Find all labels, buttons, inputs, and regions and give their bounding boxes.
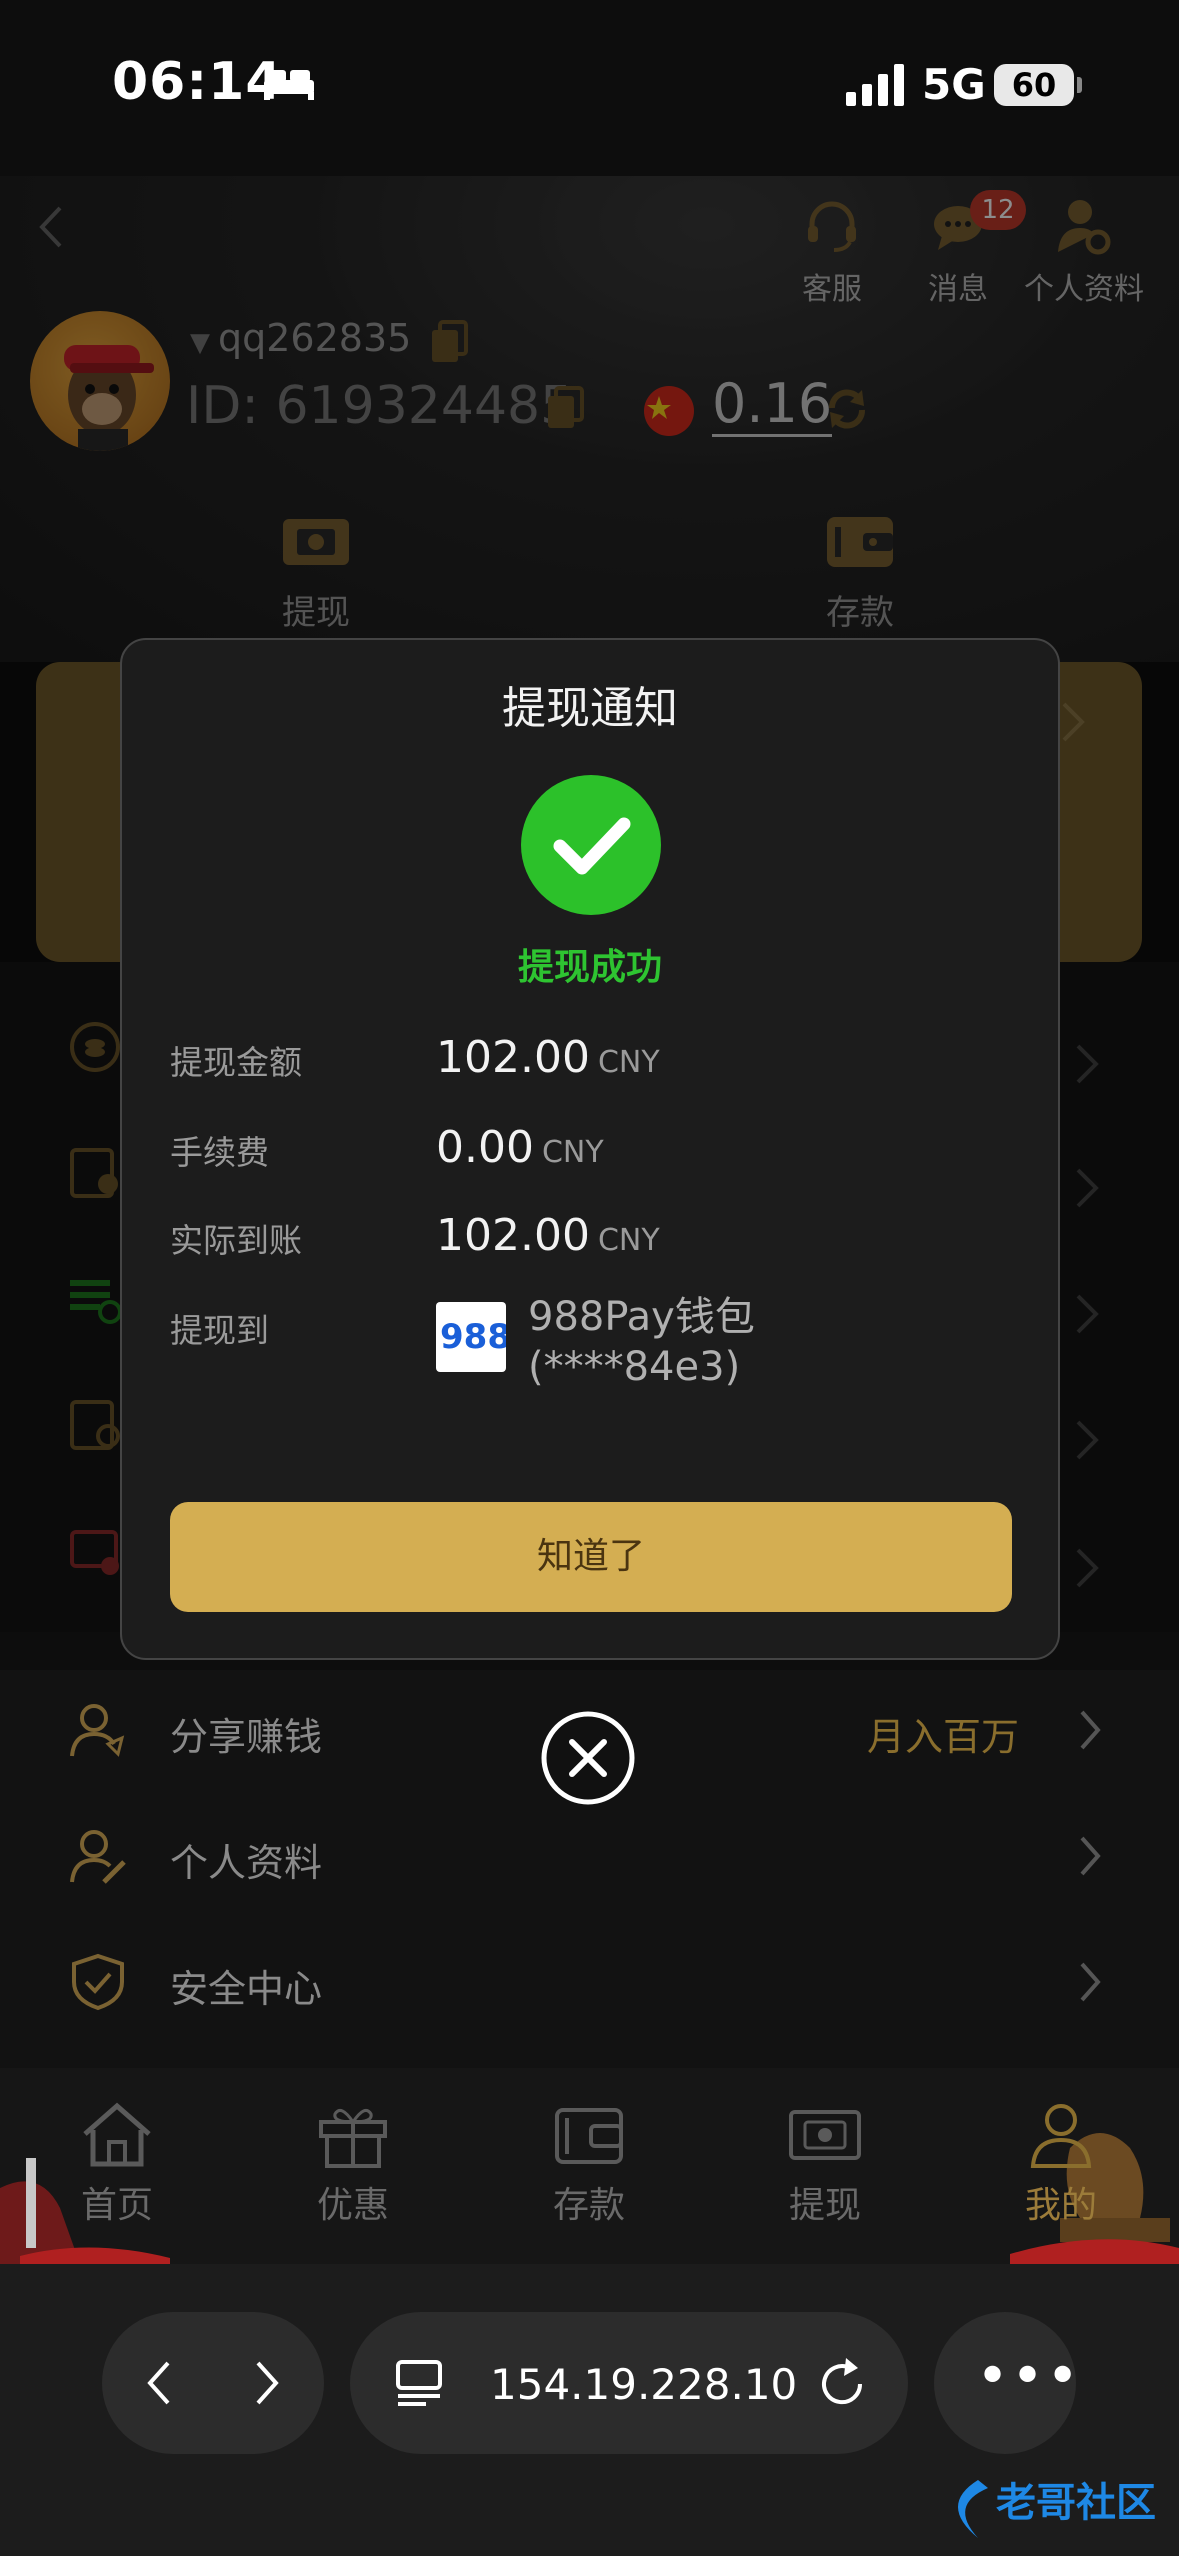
sleep-mode-icon	[264, 70, 314, 100]
menu-item-hint: 月入百万	[866, 1715, 1019, 1759]
dialog-title: 提现通知	[502, 683, 678, 734]
shield-icon	[72, 1953, 124, 2011]
detail-row-destination: 提现到 988 988Pay钱包 (****84e3)	[170, 1294, 1010, 1414]
battery-indicator: 60	[994, 64, 1082, 106]
wallet-icon	[555, 2108, 623, 2164]
tab-label: 优惠	[316, 2185, 389, 2226]
menu-item-label: 个人资料	[170, 1841, 323, 1885]
menu-item-label: 安全中心	[170, 1967, 323, 2011]
success-status: 提现成功	[517, 947, 662, 988]
gift-icon	[319, 2108, 387, 2168]
status-bar: 06:14 5G 60	[0, 0, 1179, 176]
withdraw-icon	[789, 2110, 861, 2160]
tab-withdraw[interactable]: 提现	[750, 2100, 900, 2228]
svg-text:988: 988	[440, 1317, 506, 1357]
detail-value: 102.00 CNY	[436, 1210, 660, 1261]
menu-item-label: 分享赚钱	[170, 1715, 323, 1759]
signal-icon	[846, 64, 904, 106]
reload-icon[interactable]	[816, 2356, 870, 2410]
detail-value: 102.00 CNY	[436, 1032, 660, 1083]
detail-row-amount: 提现金额 102.00 CNY	[170, 1032, 1010, 1106]
browser-forward-icon[interactable]	[252, 2359, 282, 2407]
bottom-tab-bar: 首页 优惠 存款 提现 我的	[0, 2068, 1179, 2264]
tab-mine[interactable]: 我的	[986, 2100, 1136, 2228]
menu-item-security[interactable]: 安全中心	[0, 1922, 1179, 2042]
url-text: 154.19.228.10	[490, 2360, 798, 2409]
tab-promotions[interactable]: 优惠	[278, 2100, 428, 2228]
tab-label: 我的	[1024, 2185, 1097, 2226]
tab-home[interactable]: 首页	[42, 2100, 192, 2228]
tab-deposit[interactable]: 存款	[514, 2100, 664, 2228]
reader-mode-icon[interactable]	[394, 2358, 444, 2408]
svg-text:老哥社区: 老哥社区	[996, 2480, 1156, 2526]
got-it-button[interactable]: 知道了	[170, 1502, 1012, 1612]
status-time: 06:14	[112, 52, 283, 112]
edit-profile-icon	[70, 1830, 126, 1884]
browser-nav-group	[102, 2312, 324, 2454]
detail-label: 提现金额	[170, 1043, 302, 1082]
chevron-right-icon	[1080, 1710, 1101, 1750]
detail-label: 实际到账	[170, 1221, 302, 1260]
detail-value: 0.00 CNY	[436, 1122, 604, 1173]
wallet-name: 988Pay钱包	[528, 1294, 755, 1340]
browser-more-button[interactable]: •••	[934, 2312, 1079, 2454]
detail-row-fee: 手续费 0.00 CNY	[170, 1122, 1010, 1196]
share-earn-icon	[70, 1704, 125, 1757]
more-icon: •••	[976, 2344, 1082, 2409]
user-icon	[1030, 2104, 1092, 2168]
tab-label: 存款	[552, 2185, 625, 2226]
destination-wallet: 988Pay钱包 (****84e3)	[528, 1292, 755, 1392]
address-bar[interactable]: 154.19.228.10	[350, 2312, 908, 2454]
watermark-logo: 老哥社区	[958, 2480, 1156, 2538]
close-dialog-icon[interactable]	[540, 1710, 636, 1806]
chevron-right-icon	[1080, 1962, 1101, 2002]
menu-item-profile[interactable]: 个人资料	[0, 1796, 1179, 1916]
detail-row-received: 实际到账 102.00 CNY	[170, 1210, 1010, 1284]
success-check-icon	[521, 775, 661, 915]
detail-label: 提现到	[170, 1311, 269, 1350]
chevron-right-icon	[1080, 1836, 1101, 1876]
wallet-account: (****84e3)	[528, 1344, 741, 1390]
browser-back-icon[interactable]	[144, 2359, 174, 2407]
network-type: 5G	[922, 60, 986, 109]
home-icon	[83, 2102, 151, 2167]
detail-label: 手续费	[170, 1133, 269, 1172]
988pay-logo-icon: 988	[436, 1302, 511, 1372]
withdraw-notice-dialog: 提现通知 提现成功 提现金额 102.00 CNY 手续费 0.00 CNY 实际到…	[120, 638, 1060, 1660]
tab-label: 首页	[80, 2185, 153, 2226]
tab-label: 提现	[788, 2185, 861, 2226]
